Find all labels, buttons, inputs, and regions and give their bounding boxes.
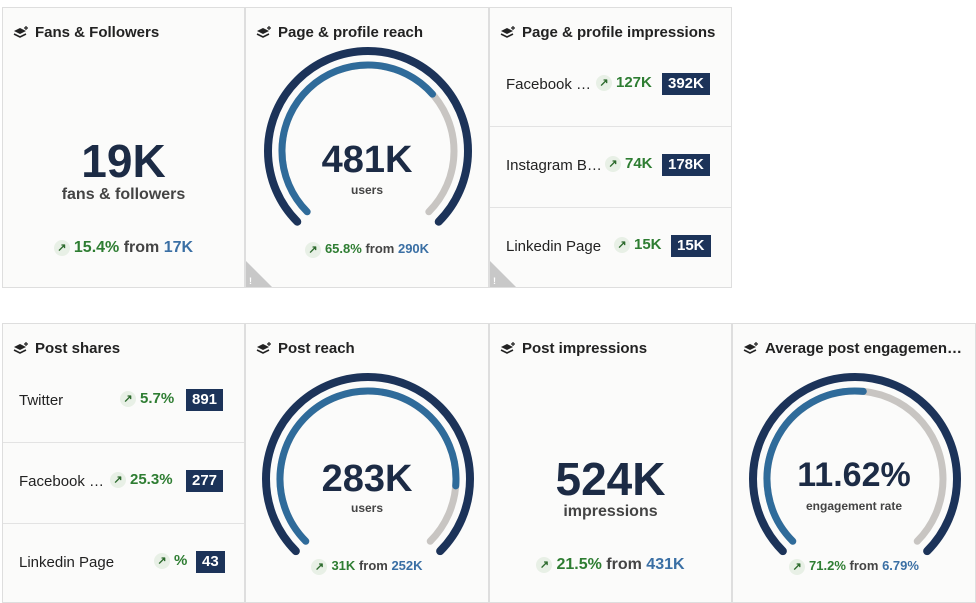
warning-icon: ! xyxy=(493,276,496,286)
from-label: from xyxy=(358,558,388,573)
card-post-reach[interactable]: Post reach 283K users ↗ 31K from 252K xyxy=(245,323,489,603)
card-fans-followers[interactable]: Fans & Followers 19K fans & followers ↗ 1… xyxy=(2,7,245,288)
row-delta-value: 127K xyxy=(616,74,652,91)
delta-percent: 65.8% xyxy=(324,241,362,256)
list-item[interactable]: Instagram B… ↗ 74K 178K xyxy=(490,127,731,208)
arrow-up-right-icon: ↗ xyxy=(110,472,126,489)
delta-percent: 15.4% xyxy=(73,239,120,256)
metric-delta: ↗ 15.4% from 17K xyxy=(3,239,244,257)
list-item[interactable]: Twitter ↗ 5.7% 891 xyxy=(3,362,244,443)
row-delta-value: 25.3% xyxy=(130,471,173,488)
card-page-profile-reach[interactable]: Page & profile reach 481K users ↗ 65.8% f… xyxy=(245,7,489,288)
arrow-up-right-icon: ↗ xyxy=(605,156,621,173)
row-value: 392K xyxy=(662,73,710,95)
delta-percent: 21.5% xyxy=(556,556,602,573)
row-delta-value: 15K xyxy=(634,236,662,253)
row-delta: ↗% xyxy=(154,552,188,570)
row-value: 891 xyxy=(186,389,224,411)
layers-icon xyxy=(13,26,29,40)
card-title: Fans & Followers xyxy=(13,24,159,41)
previous-value: 6.79% xyxy=(882,558,919,573)
card-title-text: Post impressions xyxy=(522,340,648,357)
metric-subtitle: engagement rate xyxy=(805,499,903,513)
metric-delta: ↗ 21.5% from 431K xyxy=(490,556,731,574)
card-post-impressions[interactable]: Post impressions 524K impressions ↗ 21.5%… xyxy=(489,323,732,603)
metric-value: 19K xyxy=(81,135,166,187)
metric-subtitle: fans & followers xyxy=(61,186,186,203)
from-label: from xyxy=(606,556,642,573)
from-label: from xyxy=(365,241,395,256)
from-label: from xyxy=(849,558,879,573)
row-label: Linkedin Page xyxy=(506,238,602,255)
metric-value: 283K xyxy=(321,458,413,500)
from-label: from xyxy=(123,239,160,256)
card-title-text: Fans & Followers xyxy=(35,24,160,41)
metric-delta: ↗ 31K from 252K xyxy=(246,558,488,575)
list-item[interactable]: Facebook … ↗ 127K 392K xyxy=(490,46,731,127)
row-delta-value: % xyxy=(174,552,188,569)
warning-icon: ! xyxy=(249,276,252,286)
previous-value: 252K xyxy=(391,558,423,573)
metric-value: 11.62% xyxy=(797,456,911,494)
metric-value: 524K xyxy=(555,453,666,505)
arrow-up-right-icon: ↗ xyxy=(614,237,630,254)
arrow-up-right-icon: ↗ xyxy=(596,75,612,92)
row-label: Twitter xyxy=(19,392,64,409)
row-label: Linkedin Page xyxy=(19,554,115,571)
arrow-up-right-icon: ↗ xyxy=(53,239,70,256)
row-delta-value: 74K xyxy=(625,155,653,172)
delta-percent: 31K xyxy=(331,558,356,573)
card-title-text: Page & profile impressions xyxy=(522,24,716,41)
row-label: Facebook … xyxy=(19,473,105,490)
row-value: 15K xyxy=(671,235,711,257)
row-value: 43 xyxy=(196,551,225,573)
list-item[interactable]: Linkedin Page ↗ 15K 15K xyxy=(490,208,731,287)
layers-icon xyxy=(500,342,516,356)
row-value: 277 xyxy=(186,470,224,492)
arrow-up-right-icon: ↗ xyxy=(154,553,170,570)
row-value: 178K xyxy=(662,154,710,176)
row-label: Instagram B… xyxy=(506,157,602,174)
row-delta: ↗ 25.3% xyxy=(110,471,173,489)
previous-value: 431K xyxy=(646,556,685,573)
row-delta: ↗ 15K xyxy=(614,236,662,254)
card-average-post-engagement[interactable]: Average post engagemen… 11.62% engagemen… xyxy=(732,323,976,603)
row-label: Facebook … xyxy=(506,76,592,93)
arrow-up-right-icon: ↗ xyxy=(120,391,136,408)
list-item[interactable]: Facebook … ↗ 25.3% 277 xyxy=(3,443,244,524)
card-title: Post shares xyxy=(13,340,120,357)
arrow-up-right-icon: ↗ xyxy=(789,558,806,575)
list-item[interactable]: Linkedin Page ↗% 43 xyxy=(3,524,244,602)
card-title-text: Post shares xyxy=(35,340,121,357)
previous-value: 290K xyxy=(397,241,430,256)
arrow-up-right-icon: ↗ xyxy=(536,556,553,573)
card-page-profile-impressions[interactable]: Page & profile impressions Facebook … ↗ 1… xyxy=(489,7,732,288)
row-delta: ↗ 74K xyxy=(605,155,653,173)
metric-delta: ↗ 65.8% from 290K xyxy=(246,241,488,258)
layers-icon xyxy=(13,342,29,356)
metric-subtitle: impressions xyxy=(563,503,658,520)
metric-subtitle: users xyxy=(350,183,384,197)
arrow-up-right-icon: ↗ xyxy=(311,558,328,575)
row-delta: ↗ 127K xyxy=(596,74,652,92)
layers-icon xyxy=(500,26,516,40)
metric-delta: ↗ 71.2% from 6.79% xyxy=(733,558,975,575)
card-title: Post impressions xyxy=(500,340,647,357)
metric-value: 481K xyxy=(321,139,413,181)
arrow-up-right-icon: ↗ xyxy=(304,241,321,258)
card-post-shares[interactable]: Post shares Twitter ↗ 5.7% 891 Facebook …… xyxy=(2,323,245,603)
row-delta-value: 5.7% xyxy=(140,390,175,407)
card-title: Page & profile impressions xyxy=(500,24,715,41)
row-delta: ↗ 5.7% xyxy=(120,390,175,408)
delta-percent: 71.2% xyxy=(809,558,846,573)
metric-subtitle: users xyxy=(350,501,384,515)
previous-value: 17K xyxy=(163,239,194,256)
